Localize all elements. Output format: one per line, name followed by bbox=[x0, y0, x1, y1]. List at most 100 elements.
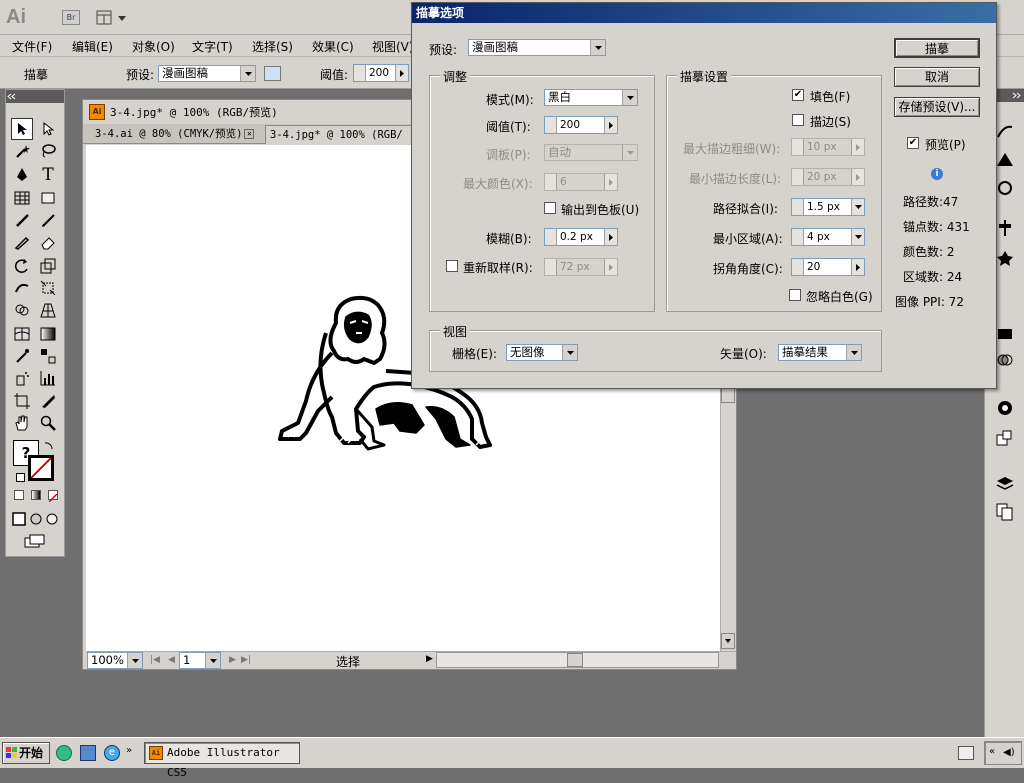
artboard-tool-icon[interactable] bbox=[11, 390, 33, 412]
warp-tool-icon[interactable] bbox=[11, 277, 33, 299]
stroke-color-swatch[interactable] bbox=[28, 455, 54, 481]
mesh-tool-icon[interactable] bbox=[11, 323, 33, 345]
magic-wand-tool-icon[interactable] bbox=[11, 140, 33, 162]
raster-select[interactable]: 无图像 bbox=[506, 344, 578, 361]
transparency-panel-icon[interactable] bbox=[996, 351, 1014, 372]
trace-options-icon[interactable] bbox=[264, 66, 281, 81]
corner-angle-stepper[interactable]: 20 bbox=[791, 258, 865, 276]
eraser-tool-icon[interactable] bbox=[37, 231, 59, 253]
stroke-checkbox[interactable] bbox=[792, 114, 804, 126]
menu-edit[interactable]: 编辑(E) bbox=[72, 38, 113, 55]
menu-file[interactable]: 文件(F) bbox=[12, 38, 52, 55]
bridge-button[interactable]: Br bbox=[62, 10, 80, 25]
scroll-thumb[interactable] bbox=[721, 387, 735, 403]
dialog-titlebar[interactable]: 描摹选项 bbox=[412, 3, 996, 23]
color-mode-icon[interactable] bbox=[14, 490, 24, 500]
pencil-tool-icon[interactable] bbox=[37, 209, 59, 231]
save-preset-button[interactable]: 存储预设(V)... bbox=[894, 97, 980, 117]
gradient-mode-icon[interactable] bbox=[31, 490, 41, 500]
none-mode-icon[interactable] bbox=[48, 490, 58, 503]
default-colors-icon[interactable] bbox=[16, 473, 25, 482]
column-graph-tool-icon[interactable] bbox=[37, 367, 59, 389]
type-tool-icon[interactable]: T bbox=[37, 164, 59, 186]
output-swatches-checkbox[interactable] bbox=[544, 202, 556, 214]
paintbrush-tool-icon[interactable] bbox=[11, 209, 33, 231]
menu-object[interactable]: 对象(O) bbox=[132, 38, 175, 55]
path-fit-stepper[interactable]: 1.5 px bbox=[791, 198, 865, 216]
tools-panel-header[interactable] bbox=[6, 90, 64, 103]
blob-brush-tool-icon[interactable] bbox=[11, 231, 33, 253]
vector-select[interactable]: 描摹结果 bbox=[778, 344, 862, 361]
trace-button[interactable]: 描摹 bbox=[894, 38, 980, 58]
min-stroke-stepper[interactable]: 20 px bbox=[791, 168, 865, 186]
align-panel-icon[interactable] bbox=[996, 219, 1014, 240]
next-page-icon[interactable]: ▶ bbox=[229, 655, 236, 665]
layers-panel-icon[interactable] bbox=[996, 475, 1014, 496]
swap-colors-icon[interactable] bbox=[44, 439, 54, 453]
symbols-panel-icon[interactable] bbox=[996, 249, 1014, 270]
appearance-panel-icon[interactable] bbox=[996, 179, 1014, 200]
menu-select[interactable]: 选择(S) bbox=[252, 38, 293, 55]
direct-selection-tool-icon[interactable] bbox=[37, 118, 59, 140]
preview-checkbox[interactable]: ✔ bbox=[907, 137, 919, 149]
color-guide-panel-icon[interactable] bbox=[996, 151, 1014, 170]
horizontal-scrollbar[interactable] bbox=[436, 652, 719, 668]
threshold-stepper[interactable]: 200 bbox=[544, 116, 618, 134]
slice-tool-icon[interactable] bbox=[37, 390, 59, 412]
max-stroke-stepper[interactable]: 10 px bbox=[791, 138, 865, 156]
keyboard-tray-icon[interactable] bbox=[958, 746, 974, 760]
max-colors-stepper[interactable]: 6 bbox=[544, 173, 618, 191]
tab-3-4-ai[interactable]: 3-4.ai @ 80% (CMYK/预览) ✕ bbox=[91, 125, 263, 144]
status-menu-icon[interactable]: ▶ bbox=[426, 654, 433, 664]
rectangle-tool-icon[interactable] bbox=[37, 187, 59, 209]
control-preset-select[interactable]: 漫画图稿 bbox=[158, 65, 256, 82]
rotate-tool-icon[interactable] bbox=[11, 255, 33, 277]
cancel-button[interactable]: 取消 bbox=[894, 67, 980, 87]
quicklaunch-more-icon[interactable]: » bbox=[126, 745, 132, 756]
pen-tool-icon[interactable] bbox=[11, 164, 33, 186]
brushes-panel-icon[interactable] bbox=[996, 123, 1014, 142]
page-select[interactable]: 1 bbox=[179, 652, 221, 669]
ignore-white-checkbox[interactable] bbox=[789, 289, 801, 301]
menu-view[interactable]: 视图(V) bbox=[372, 38, 414, 55]
preset-select[interactable]: 漫画图稿 bbox=[468, 39, 606, 56]
artboards-panel-icon[interactable] bbox=[996, 503, 1014, 524]
quicklaunch-icon-2[interactable] bbox=[80, 745, 96, 761]
palette-select[interactable]: 自动 bbox=[544, 144, 638, 161]
mode-select[interactable]: 黑白 bbox=[544, 89, 638, 106]
menu-type[interactable]: 文字(T) bbox=[192, 38, 233, 55]
resample-checkbox[interactable] bbox=[446, 260, 458, 272]
blur-stepper[interactable]: 0.2 px bbox=[544, 228, 618, 246]
scroll-down-button[interactable] bbox=[721, 633, 735, 649]
zoom-select[interactable]: 100% bbox=[87, 652, 143, 669]
zoom-tool-icon[interactable] bbox=[37, 412, 59, 434]
perspective-grid-tool-icon[interactable] bbox=[37, 299, 59, 321]
control-threshold-stepper[interactable]: 200 bbox=[353, 64, 409, 82]
last-page-icon[interactable]: ▶| bbox=[241, 655, 251, 665]
stroke-panel-icon[interactable] bbox=[996, 325, 1014, 346]
close-icon[interactable]: ✕ bbox=[244, 129, 255, 139]
line-tool-icon[interactable] bbox=[11, 187, 33, 209]
menu-effect[interactable]: 效果(C) bbox=[312, 38, 354, 55]
graphic-styles-panel-icon[interactable] bbox=[996, 399, 1014, 420]
speaker-icon[interactable]: ◀) bbox=[1003, 747, 1015, 758]
drawing-modes-icon[interactable] bbox=[12, 511, 60, 527]
resample-stepper[interactable]: 72 px bbox=[544, 258, 618, 276]
scale-tool-icon[interactable] bbox=[37, 255, 59, 277]
prev-page-icon[interactable]: ◀ bbox=[168, 655, 175, 665]
tray-expand-icon[interactable]: « bbox=[989, 746, 995, 757]
transform-panel-icon[interactable] bbox=[996, 429, 1014, 450]
shape-builder-tool-icon[interactable] bbox=[11, 299, 33, 321]
lasso-tool-icon[interactable] bbox=[37, 140, 59, 162]
selection-tool-icon[interactable] bbox=[11, 118, 33, 140]
fill-checkbox[interactable]: ✔ bbox=[792, 89, 804, 101]
first-page-icon[interactable]: |◀ bbox=[150, 655, 160, 665]
internet-explorer-icon[interactable]: e bbox=[104, 745, 120, 761]
h-scroll-thumb[interactable] bbox=[567, 653, 583, 667]
quicklaunch-icon-1[interactable] bbox=[56, 745, 72, 761]
eyedropper-tool-icon[interactable] bbox=[11, 345, 33, 367]
free-transform-tool-icon[interactable] bbox=[37, 277, 59, 299]
taskbar-illustrator[interactable]: Ai Adobe Illustrator CS5 bbox=[144, 742, 300, 779]
start-button[interactable]: 开始 bbox=[2, 742, 50, 764]
arrange-documents-button[interactable] bbox=[96, 9, 130, 27]
